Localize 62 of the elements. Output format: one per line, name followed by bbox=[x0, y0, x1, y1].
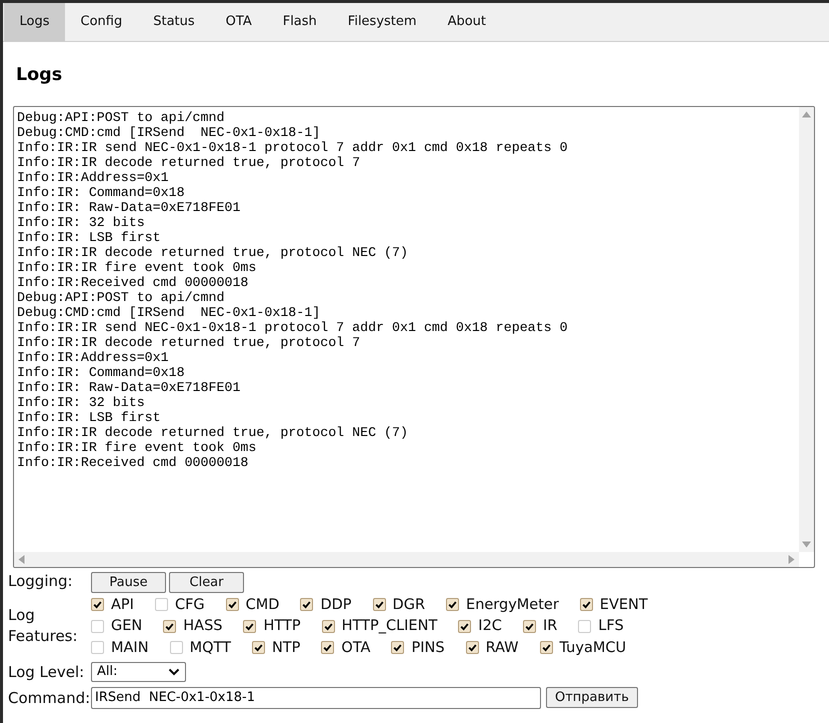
checkbox-label: MQTT bbox=[190, 640, 231, 656]
tab[interactable]: Config bbox=[65, 3, 138, 41]
tab[interactable]: Status bbox=[138, 3, 210, 41]
tab[interactable]: Filesystem bbox=[332, 3, 432, 41]
send-button[interactable]: Отправить bbox=[546, 687, 638, 708]
log-line: Info:IR: Raw-Data=0xE718FE01 bbox=[17, 200, 240, 215]
checkbox-label: NTP bbox=[272, 640, 300, 656]
log-line: Info:IR: Raw-Data=0xE718FE01 bbox=[17, 380, 240, 395]
page-heading: Logs bbox=[16, 64, 64, 86]
log-line: Info:IR:IR decode returned true, protocol 7 bbox=[17, 155, 360, 170]
log-line: Info:IR:Address=0x1 bbox=[17, 350, 169, 365]
log-line: Info:IR: 32 bits bbox=[17, 395, 145, 410]
checkbox-label: HTTP bbox=[263, 618, 301, 634]
pause-button[interactable]: Pause bbox=[91, 572, 166, 593]
checkbox-label: MAIN bbox=[111, 640, 149, 656]
log-line: Info:IR:IR decode returned true, protocol NEC (7) bbox=[17, 425, 408, 440]
checkbox-label: HASS bbox=[183, 618, 222, 634]
field-label: Command: bbox=[8, 688, 91, 706]
checkbox-label: GEN bbox=[111, 618, 142, 634]
log-line: Info:IR: Command=0x18 bbox=[17, 185, 185, 200]
checkbox-label: DDP bbox=[320, 596, 352, 613]
checkbox-label: API bbox=[111, 596, 134, 613]
log-line: Info:IR:Received cmd 00000018 bbox=[17, 275, 248, 290]
log-line: Info:IR:IR decode returned true, protocol NEC (7) bbox=[17, 245, 408, 260]
log-level-dropdown[interactable]: All: bbox=[91, 662, 186, 682]
checkbox-label: EVENT bbox=[600, 596, 648, 613]
command-input[interactable]: IRSend NEC-0x1-0x18-1 bbox=[91, 686, 541, 708]
checkbox-label: IR bbox=[542, 618, 558, 634]
checkbox-label: I2C bbox=[478, 618, 502, 634]
log-line: Debug:CMD:cmd [IRSend NEC-0x1-0x18-1] bbox=[17, 305, 320, 320]
checkbox-label: EnergyMeter bbox=[466, 596, 559, 613]
log-line: Info:IR: LSB first bbox=[17, 230, 161, 245]
field-label: Logging: bbox=[8, 572, 74, 590]
tab[interactable]: OTA bbox=[210, 3, 268, 41]
checkbox-label: RAW bbox=[486, 640, 519, 656]
log-line: Info:IR: LSB first bbox=[17, 410, 161, 425]
tab[interactable]: Logs bbox=[4, 3, 65, 41]
log-line: Debug:API:POST to api/cmnd bbox=[17, 290, 224, 305]
checkbox-label: CMD bbox=[246, 596, 280, 613]
log-line: Info:IR: 32 bits bbox=[17, 215, 145, 230]
checkbox-label: HTTP_CLIENT bbox=[342, 618, 438, 634]
checkbox-label: LFS bbox=[598, 618, 624, 634]
log-line: Info:IR:IR fire event took 0ms bbox=[17, 260, 256, 275]
log-line: Debug:API:POST to api/cmnd bbox=[17, 110, 224, 125]
log-line: Info:IR:IR send NEC-0x1-0x18-1 protocol 7 addr 0x1 cmd 0x18 repeats 0 bbox=[17, 320, 568, 335]
checkbox-label: DGR bbox=[392, 596, 426, 613]
log-line: Info:IR: Command=0x18 bbox=[17, 365, 185, 380]
tab[interactable]: About bbox=[432, 3, 502, 41]
log-line: Info:IR:IR fire event took 0ms bbox=[17, 440, 256, 455]
tab[interactable]: Flash bbox=[267, 3, 332, 41]
clear-button[interactable]: Clear bbox=[169, 572, 244, 593]
field-label: Log Level: bbox=[8, 662, 86, 680]
checkbox-label: OTA bbox=[341, 640, 370, 656]
log-line: Info:IR:IR decode returned true, protocol 7 bbox=[17, 335, 360, 350]
log-line: Debug:CMD:cmd [IRSend NEC-0x1-0x18-1] bbox=[17, 125, 320, 140]
checkbox-label: TuyaMCU bbox=[560, 640, 626, 656]
field-label: Log Features: bbox=[8, 605, 79, 648]
checkbox-label: PINS bbox=[411, 640, 445, 656]
log-line: Info:IR:Address=0x1 bbox=[17, 170, 169, 185]
log-line: Info:IR:Received cmd 00000018 bbox=[17, 455, 248, 470]
log-line: Info:IR:IR send NEC-0x1-0x18-1 protocol 7 addr 0x1 cmd 0x18 repeats 0 bbox=[17, 140, 568, 155]
checkbox-label: CFG bbox=[174, 596, 205, 613]
